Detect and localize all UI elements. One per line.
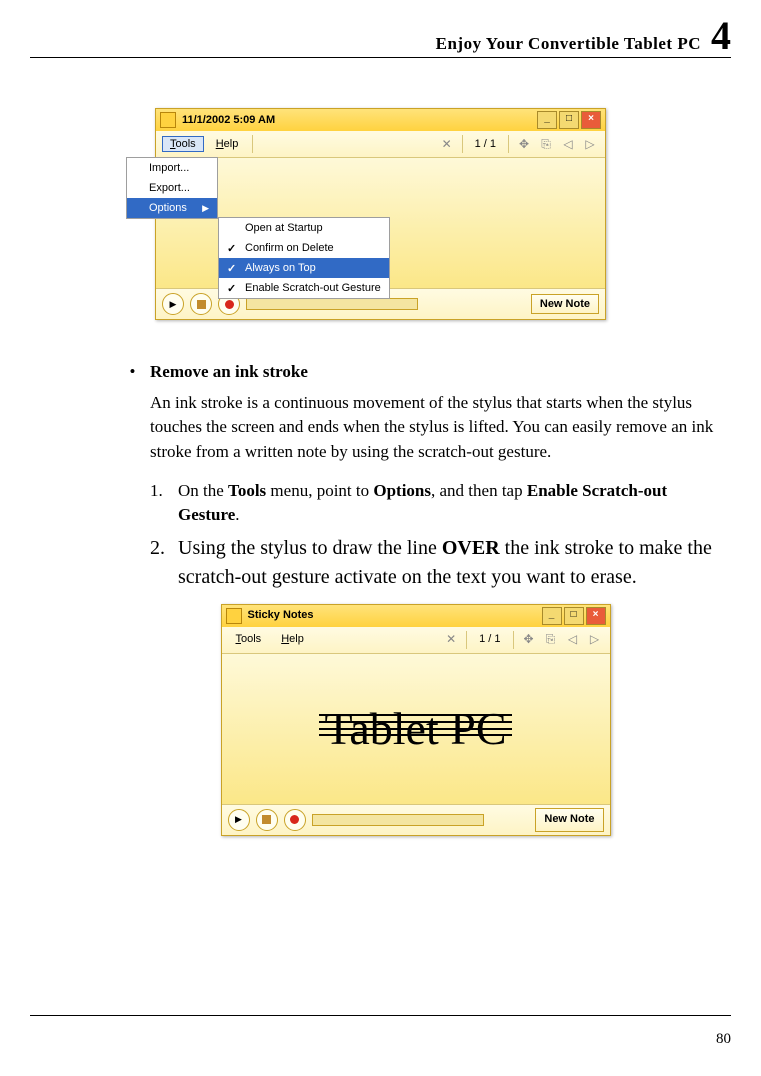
handwritten-text: Tablet PC (324, 696, 506, 763)
drag-icon[interactable]: ✥ (520, 631, 538, 649)
chapter-number: 4 (711, 20, 731, 52)
sticky-notes-window-2: Sticky Notes _ □ × Tools Help ✕ 1 / 1 ✥ … (221, 604, 611, 836)
new-note-button[interactable]: New Note (535, 808, 603, 832)
menu-tools[interactable]: Tools (228, 630, 270, 650)
list-item: On the Tools menu, point to Options, and… (178, 479, 716, 528)
note-canvas[interactable]: Tablet PC (222, 654, 610, 804)
page-header: Enjoy Your Convertible Tablet PC 4 (30, 20, 731, 58)
copy-icon[interactable]: ⎘ (542, 631, 560, 649)
menu-export[interactable]: Export... (127, 178, 217, 198)
opt-confirm-delete[interactable]: Confirm on Delete (219, 238, 389, 258)
menubar: Tools Help ✕ 1 / 1 ✥ ⎘ ◁ ▷ (222, 627, 610, 654)
progress-slider[interactable] (312, 814, 484, 826)
record-button[interactable] (284, 809, 306, 831)
menu-help[interactable]: Help (208, 136, 247, 152)
opt-open-startup[interactable]: Open at Startup (219, 218, 389, 238)
menubar: Tools Help ✕ 1 / 1 ✥ ⎘ ◁ ▷ Import... Exp… (156, 131, 605, 158)
list-item: Using the stylus to draw the line OVER t… (178, 534, 716, 592)
menu-import[interactable]: Import... (127, 158, 217, 178)
submenu-arrow-icon: ▶ (202, 203, 209, 214)
toolbar-separator (462, 135, 463, 153)
next-icon[interactable]: ▷ (581, 135, 599, 153)
maximize-button[interactable]: □ (564, 607, 584, 625)
sticky-notes-window-1: 11/1/2002 5:09 AM _ □ × Tools Help ✕ 1 /… (155, 108, 606, 320)
window-title: Sticky Notes (248, 608, 314, 624)
stop-button[interactable] (256, 809, 278, 831)
bottom-toolbar: ▶ New Note (222, 804, 610, 835)
window-title: 11/1/2002 5:09 AM (182, 114, 275, 126)
page-indicator: 1 / 1 (473, 632, 506, 648)
body-content: • Remove an ink stroke An ink stroke is … (115, 360, 716, 836)
toolbar-separator (466, 631, 467, 649)
toolbar-separator (513, 631, 514, 649)
progress-slider[interactable] (246, 298, 418, 310)
next-icon[interactable]: ▷ (586, 631, 604, 649)
page-number: 80 (716, 1031, 731, 1048)
maximize-button[interactable]: □ (559, 111, 579, 129)
menu-tools[interactable]: Tools (162, 136, 204, 152)
toolbar-separator (508, 135, 509, 153)
numbered-list: 1. On the Tools menu, point to Options, … (150, 479, 716, 592)
prev-icon[interactable]: ◁ (564, 631, 582, 649)
copy-icon[interactable]: ⎘ (537, 135, 555, 153)
close-button[interactable]: × (581, 111, 601, 129)
page-indicator: 1 / 1 (469, 138, 502, 150)
minimize-button[interactable]: _ (542, 607, 562, 625)
close-button[interactable]: × (586, 607, 606, 625)
minimize-button[interactable]: _ (537, 111, 557, 129)
prev-icon[interactable]: ◁ (559, 135, 577, 153)
paragraph: An ink stroke is a continuous movement o… (150, 391, 716, 465)
bullet-icon: • (115, 360, 150, 385)
options-submenu: Open at Startup Confirm on Delete Always… (218, 217, 390, 299)
play-button[interactable]: ▶ (228, 809, 250, 831)
footer-rule (30, 1015, 731, 1016)
opt-always-top[interactable]: Always on Top (219, 258, 389, 278)
delete-icon[interactable]: ✕ (442, 631, 460, 649)
list-number: 1. (150, 479, 178, 528)
delete-icon[interactable]: ✕ (438, 135, 456, 153)
drag-icon[interactable]: ✥ (515, 135, 533, 153)
opt-scratch-out[interactable]: Enable Scratch-out Gesture (219, 278, 389, 298)
tools-dropdown: Import... Export... Options▶ (126, 157, 218, 219)
menu-help[interactable]: Help (273, 630, 312, 650)
menu-options[interactable]: Options▶ (127, 198, 217, 218)
app-icon (226, 608, 242, 624)
stop-button[interactable] (190, 293, 212, 315)
section-heading: Remove an ink stroke (150, 360, 308, 385)
list-number: 2. (150, 534, 178, 592)
play-button[interactable]: ▶ (162, 293, 184, 315)
titlebar[interactable]: 11/1/2002 5:09 AM _ □ × (156, 109, 605, 131)
toolbar-separator (252, 135, 253, 153)
titlebar[interactable]: Sticky Notes _ □ × (222, 605, 610, 627)
new-note-button[interactable]: New Note (531, 294, 599, 314)
app-icon (160, 112, 176, 128)
header-title: Enjoy Your Convertible Tablet PC (436, 34, 701, 54)
